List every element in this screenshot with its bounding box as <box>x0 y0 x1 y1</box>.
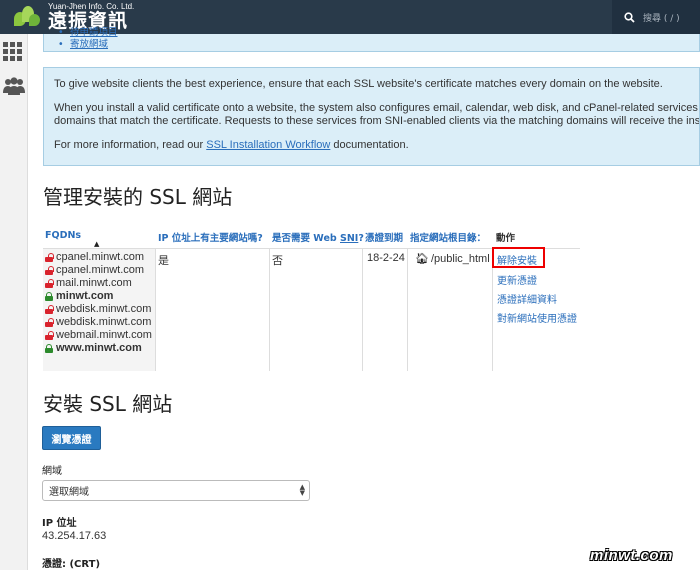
lock-open-icon <box>45 304 54 314</box>
lock-open-icon <box>45 317 54 327</box>
sni-value: 否 <box>272 255 283 267</box>
home-icon: 🏠︎ <box>415 253 429 265</box>
fqdn-name: cpanel.minwt.com <box>56 264 145 276</box>
browse-certificates-button[interactable]: 瀏覽憑證 <box>42 426 101 450</box>
certificate-details-link[interactable]: 憑證詳細資料 <box>497 291 557 306</box>
alert-text: For more information, read our SSL Insta… <box>54 139 409 151</box>
search-placeholder: 搜尋 ( / ) <box>643 13 680 24</box>
users-icon[interactable] <box>3 76 25 96</box>
header-sni[interactable]: 是否需要 Web SNI? <box>272 230 364 244</box>
lock-open-icon <box>45 278 54 288</box>
fqdn-item: webmail.minwt.com <box>45 329 152 341</box>
fqdn-item: webdisk.minwt.com <box>45 316 151 328</box>
fqdn-item: cpanel.minwt.com <box>45 264 144 276</box>
leaf-icon <box>12 4 42 30</box>
expiration-value: 18-2-24 <box>367 252 405 264</box>
domain-label: 網域 <box>42 466 62 477</box>
domain-select-value: 選取網域 <box>49 487 89 498</box>
ip-address-value: 43.254.17.63 <box>42 530 107 542</box>
ip-address-label: IP 位址 <box>42 518 77 529</box>
fqdn-name: minwt.com <box>56 290 114 302</box>
sni-link[interactable]: SNI <box>340 233 358 244</box>
sort-asc-icon: ▲ <box>94 240 100 248</box>
link-pending-items[interactable]: 待申請項目 <box>58 27 117 39</box>
lock-open-icon <box>45 265 54 275</box>
info-alert: To give website clients the best experie… <box>43 67 700 166</box>
search-icon <box>624 11 635 23</box>
header-document-root[interactable]: 指定網站根目錄： <box>410 230 486 244</box>
header-fqdns[interactable]: FQDNs <box>45 230 81 241</box>
fqdn-item: www.minwt.com <box>45 342 142 354</box>
manage-ssl-title: 管理安裝的 SSL 網站 <box>43 185 233 209</box>
primary-site-value: 是 <box>158 255 169 267</box>
lock-open-icon <box>45 330 54 340</box>
header-primary-site[interactable]: IP 位址上有主要網站嗎? <box>158 230 263 244</box>
fqdn-item: webdisk.minwt.com <box>45 303 151 315</box>
fqdn-item: mail.minwt.com <box>45 277 132 289</box>
fqdn-name: www.minwt.com <box>56 342 142 354</box>
fqdn-item: minwt.com <box>45 290 113 302</box>
fqdn-item: cpanel.minwt.com <box>45 251 144 263</box>
uninstall-link[interactable]: 解除安裝 <box>497 252 537 267</box>
top-info-box: 待申請項目 寄放網域 <box>43 27 700 52</box>
alert-text: To give website clients the best experie… <box>54 78 663 90</box>
watermark: minwt.com <box>590 547 673 564</box>
fqdn-name: cpanel.minwt.com <box>56 251 145 263</box>
fqdn-name: webdisk.minwt.com <box>56 303 152 315</box>
grid-icon[interactable] <box>3 42 23 61</box>
use-certificate-new-site-link[interactable]: 對新網站使用憑證 <box>497 310 577 325</box>
lock-closed-icon <box>45 291 53 301</box>
search-input[interactable]: 搜尋 ( / ) <box>612 0 700 34</box>
install-ssl-title: 安裝 SSL 網站 <box>43 392 173 416</box>
link-parked-domains[interactable]: 寄放網域 <box>58 39 118 51</box>
sidebar <box>0 34 28 570</box>
fqdn-name: mail.minwt.com <box>56 277 132 289</box>
fqdn-name: webdisk.minwt.com <box>56 316 152 328</box>
alert-text: domains that match the certificate. Requ… <box>54 115 700 127</box>
header-expiration[interactable]: 憑證到期 <box>365 230 403 244</box>
fqdn-name: webmail.minwt.com <box>56 329 152 341</box>
certificate-crt-label: 憑證: (CRT) <box>42 559 101 570</box>
document-root-value: 🏠︎/public_html <box>415 253 490 265</box>
lock-closed-icon <box>45 343 53 353</box>
domain-select[interactable]: 選取網域 ▲ ▼ <box>42 480 310 501</box>
select-arrows-icon: ▲ ▼ <box>299 483 305 497</box>
lock-open-icon <box>45 252 54 262</box>
alert-text: When you install a valid certificate ont… <box>54 102 700 114</box>
header-actions: 動作 <box>496 233 516 244</box>
ssl-workflow-link[interactable]: SSL Installation Workflow <box>206 139 330 151</box>
renew-certificate-link[interactable]: 更新憑證 <box>497 272 537 287</box>
